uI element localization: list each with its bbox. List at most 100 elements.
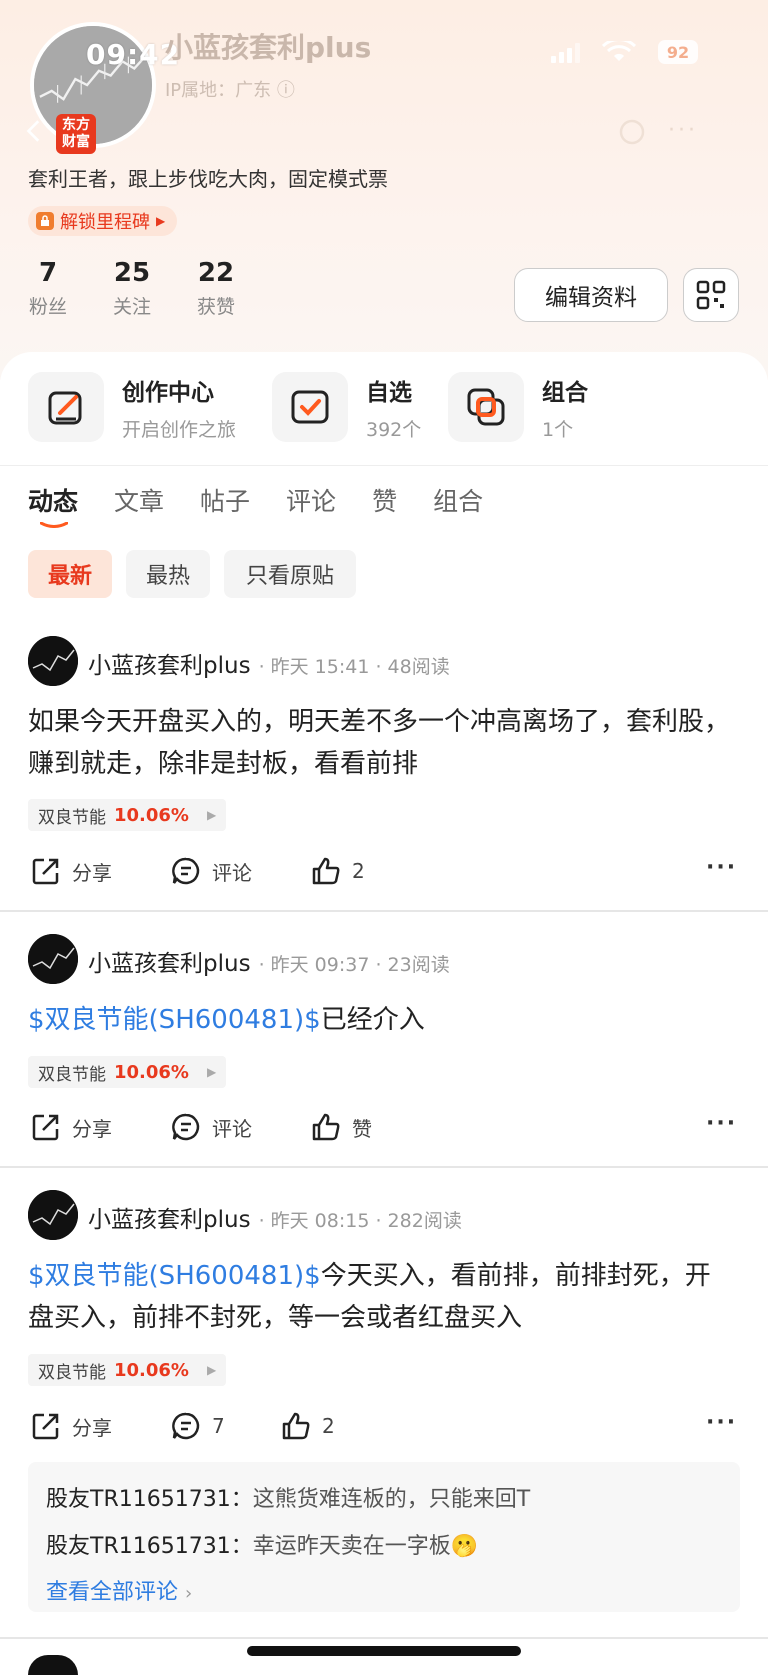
lock-icon bbox=[36, 212, 54, 230]
wifi-icon bbox=[602, 41, 636, 61]
divider bbox=[0, 910, 768, 912]
profile-bio: 套利王者，跟上步伐吃大肉，固定模式票 bbox=[28, 167, 388, 191]
stat-label: 关注 bbox=[112, 296, 151, 318]
back-arrow-icon[interactable] bbox=[22, 118, 48, 144]
post-header: 小蓝孩套利plus · 昨天 15:41 · 48阅读 bbox=[88, 646, 450, 680]
stock-change-percent: 10.06% bbox=[114, 1061, 189, 1083]
tab-comments[interactable]: 评论 bbox=[286, 482, 336, 518]
view-all-comments-link[interactable]: 查看全部评论 › bbox=[46, 1574, 192, 1606]
stat-fans[interactable]: 7 粉丝 bbox=[28, 258, 68, 319]
comment-preview-item[interactable]: 股友TR11651731：幸运昨天卖在一字板🫢 bbox=[46, 1528, 478, 1560]
stock-link[interactable]: $双良节能(SH600481)$ bbox=[28, 1005, 321, 1035]
share-icon bbox=[32, 858, 59, 885]
post-avatar[interactable] bbox=[28, 636, 78, 686]
feature-subtitle: 392个 bbox=[366, 418, 422, 441]
stock-link[interactable]: $双良节能(SH600481)$ bbox=[28, 1261, 321, 1291]
comment-button[interactable]: 评论 bbox=[170, 855, 252, 887]
post-meta: · 昨天 08:15 · 282阅读 bbox=[258, 1210, 462, 1232]
more-options-icon[interactable]: ··· bbox=[706, 1410, 737, 1435]
comment-icon bbox=[172, 857, 200, 885]
home-indicator bbox=[247, 1646, 521, 1656]
thumbs-up-icon bbox=[282, 1412, 310, 1440]
tab-likes[interactable]: 赞 bbox=[372, 482, 397, 518]
milestone-button[interactable]: 解锁里程碑 ▶ bbox=[28, 206, 178, 236]
share-icon bbox=[32, 1413, 59, 1440]
post-author[interactable]: 小蓝孩套利plus bbox=[88, 1200, 251, 1234]
thumbs-up-icon bbox=[312, 857, 340, 885]
post-author[interactable]: 小蓝孩套利plus bbox=[88, 646, 251, 680]
stock-change-percent: 10.06% bbox=[114, 804, 189, 826]
feature-watchlist[interactable]: 自选 392个 bbox=[272, 372, 421, 442]
caret-right-icon: ▶ bbox=[206, 1065, 217, 1079]
post-avatar[interactable] bbox=[28, 1190, 78, 1240]
comment-preview-item[interactable]: 股友TR11651731：这熊货难连板的，只能来回T bbox=[46, 1481, 530, 1513]
caret-right-icon: ▶ bbox=[156, 214, 166, 228]
stat-value: 7 bbox=[38, 258, 58, 288]
checkbox-icon bbox=[272, 372, 348, 442]
feature-portfolio[interactable]: 组合 1个 bbox=[448, 372, 588, 442]
content-tabs: 动态 文章 帖子 评论 赞 组合 bbox=[28, 482, 519, 518]
comment-button[interactable]: 评论 bbox=[170, 1111, 252, 1143]
comment-button[interactable]: 7 bbox=[170, 1410, 225, 1442]
info-icon: ⓘ bbox=[276, 80, 295, 101]
post-meta: · 昨天 09:37 · 23阅读 bbox=[258, 954, 450, 976]
stat-following[interactable]: 25 关注 bbox=[108, 258, 156, 319]
caret-right-icon: ▶ bbox=[206, 808, 217, 822]
ip-location: IP属地：广东 ⓘ bbox=[165, 80, 295, 101]
stat-likes[interactable]: 22 获赞 bbox=[192, 258, 240, 319]
post-text[interactable]: $双良节能(SH600481)$今天买入，看前排，前排封死，开盘买入，前排不封死… bbox=[28, 1255, 718, 1339]
cellular-signal-icon bbox=[551, 41, 580, 63]
post-text[interactable]: 如果今天开盘买入的，明天差不多一个冲高离场了，套利股，赚到就走，除非是封板，看看… bbox=[28, 701, 743, 785]
feature-subtitle: 1个 bbox=[542, 418, 574, 441]
post-meta: · 昨天 15:41 · 48阅读 bbox=[258, 656, 450, 678]
more-options-icon[interactable]: ··· bbox=[706, 855, 737, 880]
layers-icon bbox=[448, 372, 524, 442]
stock-tag[interactable]: 双良节能 10.06% ▶ bbox=[28, 1056, 227, 1088]
tab-dynamics[interactable]: 动态 bbox=[28, 482, 78, 518]
qr-code-button[interactable] bbox=[683, 268, 739, 322]
like-button[interactable]: 赞 bbox=[310, 1111, 372, 1143]
qr-code-icon bbox=[696, 280, 726, 310]
filter-original-only[interactable]: 只看原贴 bbox=[224, 550, 356, 598]
post-avatar[interactable] bbox=[28, 934, 78, 984]
filter-latest[interactable]: 最新 bbox=[28, 550, 112, 598]
comment-user: 股友TR11651731： bbox=[46, 1534, 253, 1559]
more-options-icon[interactable]: ··· bbox=[706, 1111, 737, 1136]
search-icon bbox=[619, 119, 645, 145]
stock-change-percent: 10.06% bbox=[114, 1359, 189, 1381]
stock-name: 双良节能 bbox=[38, 1064, 106, 1085]
post-header: 小蓝孩套利plus · 昨天 08:15 · 282阅读 bbox=[88, 1200, 462, 1234]
stock-tag[interactable]: 双良节能 10.06% ▶ bbox=[28, 799, 227, 831]
share-button[interactable]: 分享 bbox=[30, 1410, 112, 1442]
stat-value: 22 bbox=[197, 258, 235, 288]
brand-badge: 东方财富 bbox=[56, 114, 96, 154]
header-ghost-icons: ··· bbox=[618, 118, 698, 148]
divider bbox=[0, 1637, 768, 1639]
share-button[interactable]: 分享 bbox=[30, 1111, 112, 1143]
chevron-right-icon: › bbox=[185, 1583, 193, 1604]
share-button[interactable]: 分享 bbox=[30, 855, 112, 887]
feature-title: 组合 bbox=[542, 379, 588, 406]
feature-creator-center[interactable]: 创作中心 开启创作之旅 bbox=[28, 372, 236, 442]
battery-icon: 92 bbox=[658, 40, 698, 64]
tab-posts[interactable]: 帖子 bbox=[200, 482, 250, 518]
like-button[interactable]: 2 bbox=[280, 1410, 335, 1442]
stock-name: 双良节能 bbox=[38, 807, 106, 828]
tab-portfolio[interactable]: 组合 bbox=[433, 482, 483, 518]
tab-articles[interactable]: 文章 bbox=[114, 482, 164, 518]
share-icon bbox=[32, 1114, 59, 1141]
more-icon: ··· bbox=[668, 118, 698, 143]
post-text[interactable]: $双良节能(SH600481)$已经介入 bbox=[28, 999, 743, 1041]
status-icons: 92 bbox=[551, 40, 698, 64]
stock-tag[interactable]: 双良节能 10.06% ▶ bbox=[28, 1354, 227, 1386]
like-button[interactable]: 2 bbox=[310, 855, 365, 887]
comment-user: 股友TR11651731： bbox=[46, 1487, 253, 1512]
divider bbox=[0, 1166, 768, 1168]
stat-label: 获赞 bbox=[196, 296, 235, 318]
edit-profile-button[interactable]: 编辑资料 bbox=[514, 268, 668, 322]
feature-subtitle: 开启创作之旅 bbox=[122, 418, 237, 441]
pencil-square-icon bbox=[28, 372, 104, 442]
comment-text: 幸运昨天卖在一字板🫢 bbox=[252, 1534, 479, 1559]
filter-hot[interactable]: 最热 bbox=[126, 550, 210, 598]
post-author[interactable]: 小蓝孩套利plus bbox=[88, 944, 251, 978]
